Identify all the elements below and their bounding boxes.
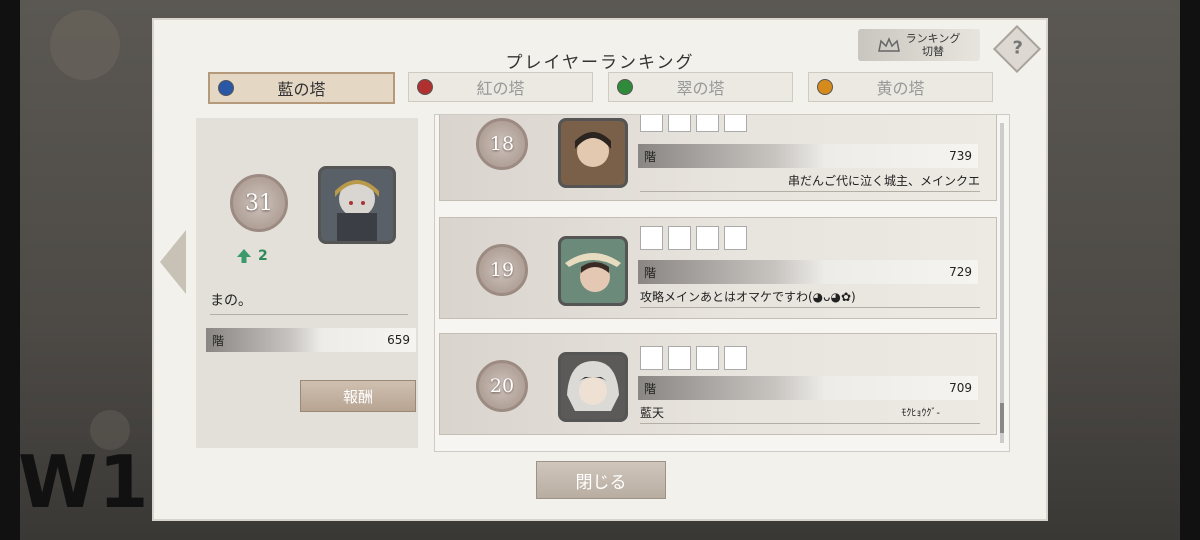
name-char-box [640,346,663,370]
name-char-box [724,226,747,250]
floor-bar: 階 739 [638,144,978,168]
floor-value: 739 [949,149,972,163]
avatar [558,118,628,188]
close-button[interactable]: 閉じる [536,461,666,499]
name-char-box [696,346,719,370]
tab-ai-tower[interactable]: 藍の塔 [208,72,395,104]
avatar [558,352,628,422]
name-char-box [668,226,691,250]
rank-badge: 20 [476,360,528,412]
floor-label: 階 [644,381,657,396]
up-arrow-icon [237,249,251,263]
name-char-box [668,346,691,370]
rank-change-value: 2 [258,248,268,264]
ranking-switch-label: ランキング 切替 [905,32,961,58]
tab-kurenai-tower[interactable]: 紅の塔 [408,72,593,102]
my-rank-badge: 31 [230,174,288,232]
tab-label: 紅の塔 [476,79,525,98]
tab-ki-tower[interactable]: 黄の塔 [808,72,993,102]
crown-icon [877,37,900,52]
rank-badge: 19 [476,244,528,296]
floor-label: 階 [644,149,657,164]
floor-value: 709 [949,381,972,395]
name-char-box [696,226,719,250]
list-item: 19 階 729 攻略メインあとはオマケですわ(◕ᴗ◕✿) [439,217,997,319]
green-gem-icon [617,79,633,95]
name-char-box [696,115,719,132]
scrollbar[interactable] [1000,123,1004,443]
avatar [318,166,396,244]
tab-label: 藍の塔 [277,80,326,99]
name-char-box [724,346,747,370]
name-char-box [640,226,663,250]
tab-midori-tower[interactable]: 翠の塔 [608,72,793,102]
yellow-gem-icon [817,79,833,95]
rank-change: 2 [236,248,268,264]
ranking-dialog: プレイヤーランキング ランキング 切替 ? 藍の塔 紅の塔 翠の塔 黄の塔 31 [152,18,1048,521]
player-comment: 藍天 [640,406,665,420]
rank-badge: 18 [476,118,528,170]
tab-label: 翠の塔 [676,79,725,98]
reward-button[interactable]: 報酬 [300,380,416,412]
floor-value: 659 [387,333,410,347]
floor-bar: 階 729 [638,260,978,284]
ranking-list[interactable]: 18 階 739 串だんご代に泣く城主、メインクエ 19 階 729 攻略メイン… [434,114,1010,452]
floor-label: 階 [212,333,225,348]
prev-arrow-icon[interactable] [160,230,186,294]
tab-label: 黄の塔 [876,79,925,98]
player-comment: 串だんご代に泣く城主、メインクエ [640,172,980,192]
floor-label: 階 [644,265,657,280]
player-floor-bar: 階 659 [206,328,416,352]
ranking-switch-button[interactable]: ランキング 切替 [858,29,980,61]
name-char-box [640,115,663,132]
floor-bar: 階 709 [638,376,978,400]
blue-gem-icon [218,80,234,96]
scrollbar-thumb[interactable] [1000,403,1004,433]
name-char-box [724,115,747,132]
avatar [558,236,628,306]
red-gem-icon [417,79,433,95]
list-item: 18 階 739 串だんご代に泣く城主、メインクエ [439,115,997,201]
help-icon: ? [1012,37,1023,59]
player-comment-line: 藍天 ﾓｸﾋｮｳｸﾞ- [640,404,980,424]
list-item: 20 階 709 藍天 ﾓｸﾋｮｳｸﾞ- [439,333,997,435]
name-char-box [668,115,691,132]
floor-value: 729 [949,265,972,279]
player-comment: 攻略メインあとはオマケですわ(◕ᴗ◕✿) [640,288,980,308]
player-name: まの。 [210,290,408,315]
player-comment-right: ﾓｸﾋｮｳｸﾞ- [901,408,940,419]
